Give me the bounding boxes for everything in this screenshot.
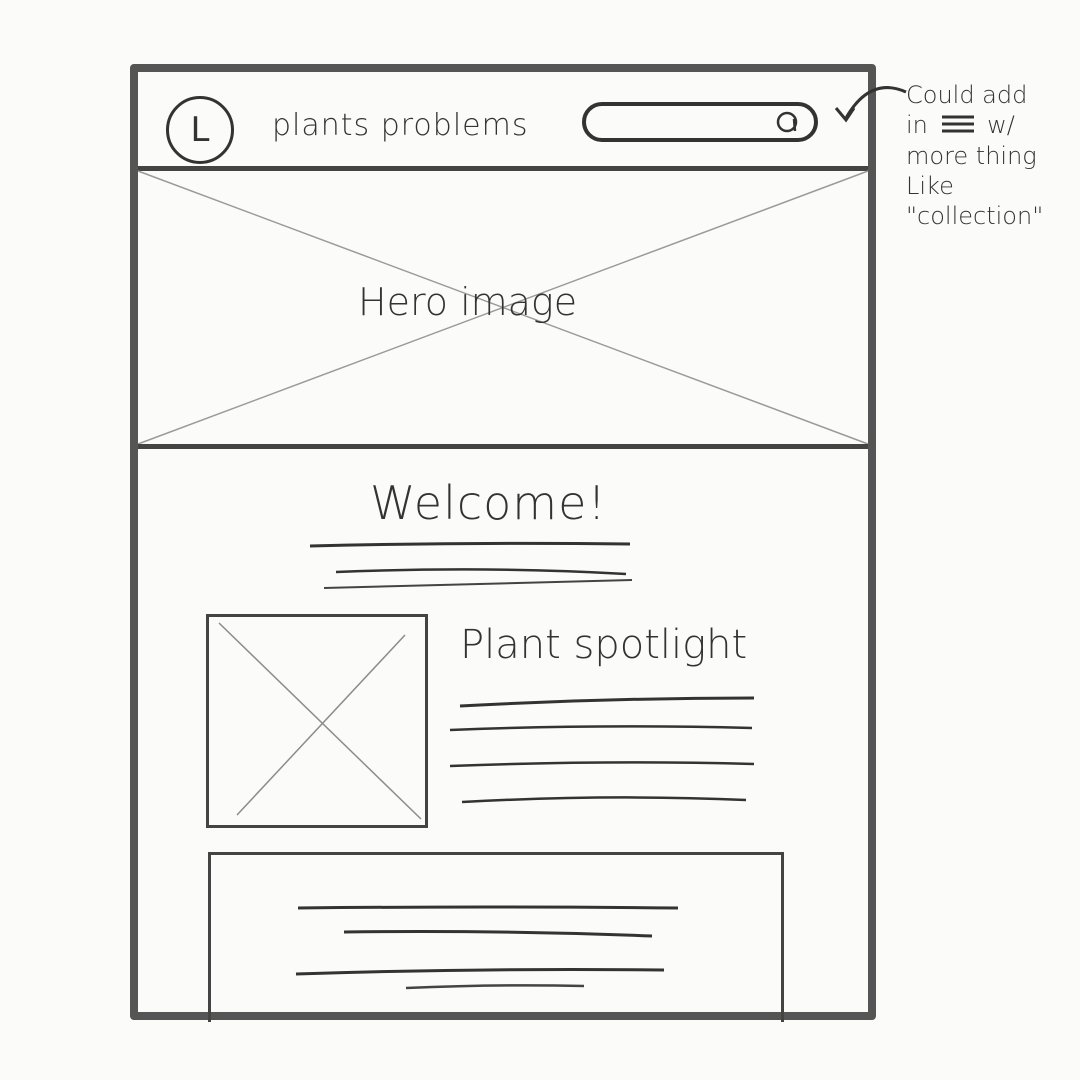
wireframe-page: L plants problems Hero image Welcome! Pl… [130, 64, 876, 1022]
note-line: Could add [906, 81, 1028, 109]
annotation-note: Could add in w/ more thing Like "collect… [906, 80, 1066, 231]
note-line: more thing [906, 142, 1037, 170]
card-text-lines [295, 905, 679, 990]
annotation-arrow-icon [834, 86, 907, 123]
note-line: Like [906, 172, 954, 200]
note-line: "collection" [906, 202, 1044, 230]
note-line: in w/ [906, 110, 1066, 141]
note-word: w/ [987, 111, 1015, 139]
hamburger-icon [940, 111, 976, 141]
note-word: in [906, 111, 928, 139]
